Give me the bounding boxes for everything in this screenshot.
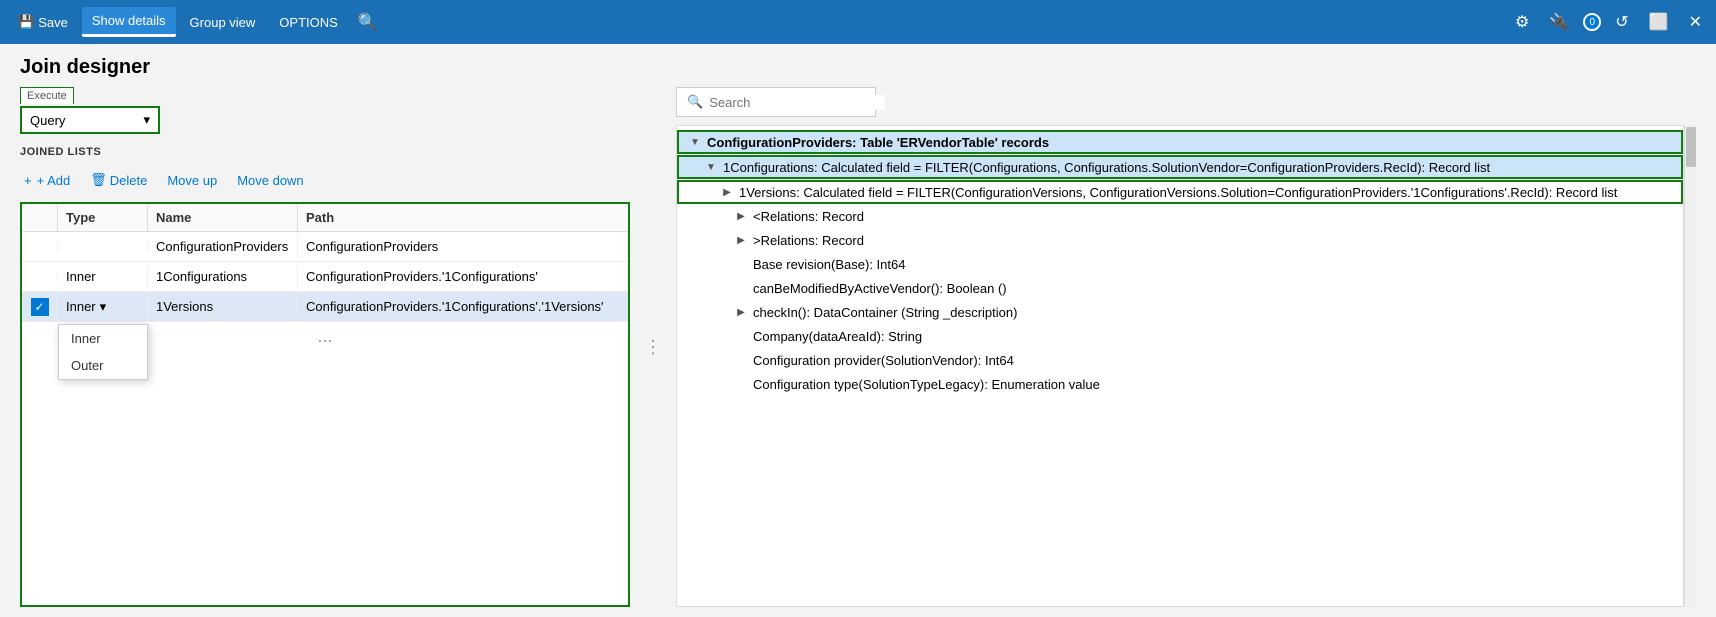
table-toolbar: + + Add 🗑 Delete Move up Move down [20,166,630,194]
tree-node-0[interactable]: ▼ ConfigurationProviders: Table 'ERVendo… [677,130,1683,154]
type-dropdown-popup: Inner Outer [58,324,148,380]
table-row[interactable]: ConfigurationProviders ConfigurationProv… [22,232,628,262]
execute-value: Query [30,113,65,128]
row3-type[interactable]: Inner ▾ [58,295,148,319]
row3-path: ConfigurationProviders.'1Configurations'… [298,295,628,318]
node-text-3: <Relations: Record [749,209,1683,224]
tree-node-4[interactable]: ▶ >Relations: Record [677,228,1683,252]
notification-badge[interactable]: 0 [1583,13,1601,31]
col-header-check [22,204,58,231]
table-row[interactable]: Inner 1Configurations ConfigurationProvi… [22,262,628,292]
row1-type [58,243,148,251]
tree-node-1[interactable]: ▼ 1Configurations: Calculated field = FI… [677,155,1683,179]
expand-icon-2[interactable]: ▶ [719,187,735,198]
row1-path: ConfigurationProviders [298,235,628,258]
row2-type: Inner [58,265,148,288]
node-text-2: 1Versions: Calculated field = FILTER(Con… [735,185,1681,200]
delete-button[interactable]: 🗑 Delete [86,170,151,190]
node-text-0: ConfigurationProviders: Table 'ERVendorT… [703,135,1681,150]
col-header-path: Path [298,204,628,231]
tree-node-7[interactable]: ▶ checkIn(): DataContainer (String _desc… [677,300,1683,324]
tree-node-6[interactable]: canBeModifiedByActiveVendor(): Boolean (… [677,276,1683,300]
node-text-10: Configuration type(SolutionTypeLegacy): … [749,377,1683,392]
dropdown-inner[interactable]: Inner [59,325,147,352]
group-view-button[interactable]: Group view [180,9,266,36]
tree-node-8[interactable]: Company(dataAreaId): String [677,324,1683,348]
search-toolbar-button[interactable]: 🔍 [352,8,384,36]
right-panel: 🔍 ▼ ConfigurationProviders: Table 'ERVen… [676,87,1696,607]
check-mark: ✓ [31,298,49,316]
main-content: Join designer Execute Query ▾ JOINED LIS… [0,44,1716,617]
scrollbar-thumb[interactable] [1686,127,1696,167]
row2-check [22,273,58,281]
toolbar: 💾 Save Show details Group view OPTIONS 🔍… [0,0,1716,44]
settings-icon[interactable]: ⚙ [1509,8,1535,36]
node-text-7: checkIn(): DataContainer (String _descri… [749,305,1683,320]
row1-name: ConfigurationProviders [148,235,298,258]
expand-icon-4[interactable]: ▶ [733,235,749,246]
row2-name: 1Configurations [148,265,298,288]
node-text-1: 1Configurations: Calculated field = FILT… [719,160,1681,175]
tree-container: ▼ ConfigurationProviders: Table 'ERVendo… [676,125,1684,607]
expand-icon-0[interactable]: ▼ [687,137,703,148]
row2-path: ConfigurationProviders.'1Configurations' [298,265,628,288]
joined-lists-label: JOINED LISTS [20,146,630,158]
chevron-icon: ▾ [100,299,107,315]
joined-table: Type Name Path ConfigurationProviders Co… [20,202,630,607]
col-header-name: Name [148,204,298,231]
execute-section: Execute Query ▾ [20,87,630,134]
tree-node-9[interactable]: Configuration provider(SolutionVendor): … [677,348,1683,372]
page-title: Join designer [0,44,1716,87]
scrollbar[interactable] [1684,125,1696,607]
right-inner: ▼ ConfigurationProviders: Table 'ERVendo… [676,125,1696,607]
chevron-down-icon: ▾ [143,112,150,128]
close-icon[interactable]: ✕ [1683,8,1708,36]
search-input[interactable] [709,95,885,110]
expand-icon-3[interactable]: ▶ [733,211,749,222]
table-row-selected[interactable]: ✓ Inner ▾ 1Versions ConfigurationProvide… [22,292,628,322]
tree-node-5[interactable]: Base revision(Base): Int64 [677,252,1683,276]
table-header: Type Name Path [22,204,628,232]
plus-icon: + [24,173,32,188]
execute-label: Execute [20,87,74,104]
show-details-button[interactable]: Show details [82,7,176,37]
tree-node-10[interactable]: Configuration type(SolutionTypeLegacy): … [677,372,1683,396]
save-button[interactable]: 💾 Save [8,8,78,36]
row3-check: ✓ [22,294,58,320]
expand-icon-7[interactable]: ▶ [733,307,749,318]
search-icon: 🔍 [687,94,703,110]
row1-check [22,243,58,251]
node-text-9: Configuration provider(SolutionVendor): … [749,353,1683,368]
col-header-type: Type [58,204,148,231]
trash-icon: 🗑 [90,172,107,188]
tree-node-2[interactable]: ▶ 1Versions: Calculated field = FILTER(C… [677,180,1683,204]
restore-icon[interactable]: ⬜ [1643,8,1675,36]
content-area: Execute Query ▾ JOINED LISTS + + Add 🗑 D… [0,87,1716,617]
search-bar[interactable]: 🔍 [676,87,876,117]
node-text-6: canBeModifiedByActiveVendor(): Boolean (… [749,281,1683,296]
tree-node-3[interactable]: ▶ <Relations: Record [677,204,1683,228]
type-value: Inner [66,299,96,314]
execute-dropdown[interactable]: Query ▾ [20,106,160,134]
left-panel: Execute Query ▾ JOINED LISTS + + Add 🗑 D… [20,87,630,607]
expand-icon-1[interactable]: ▼ [703,162,719,173]
move-up-button[interactable]: Move up [163,171,221,190]
toolbar-right: ⚙ 🔌 0 ↺ ⬜ ✕ [1509,8,1708,36]
add-button[interactable]: + + Add [20,171,74,190]
node-text-5: Base revision(Base): Int64 [749,257,1683,272]
dropdown-outer[interactable]: Outer [59,352,147,379]
panel-resizer[interactable]: ⋮ [646,87,660,607]
options-button[interactable]: OPTIONS [269,9,348,36]
node-text-4: >Relations: Record [749,233,1683,248]
node-text-8: Company(dataAreaId): String [749,329,1683,344]
refresh-icon[interactable]: ↺ [1609,8,1634,36]
extension-icon[interactable]: 🔌 [1543,8,1575,36]
row3-name: 1Versions [148,295,298,318]
save-icon: 💾 [18,14,34,30]
move-down-button[interactable]: Move down [233,171,307,190]
